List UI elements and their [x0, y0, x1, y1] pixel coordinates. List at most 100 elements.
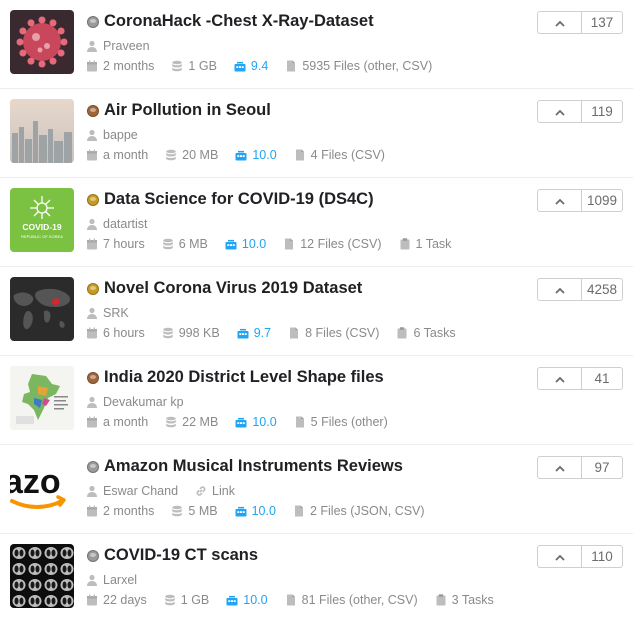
amazon-logo[interactable]: azo	[10, 455, 74, 519]
updated: 22 days	[86, 593, 147, 607]
size: 1 GB	[171, 59, 217, 73]
vote-count: 110	[591, 549, 613, 564]
dataset-meta-line: 6 hours 998 KB 9.7 8 Files (CSV) 6 Tasks	[86, 326, 473, 340]
upvote-button[interactable]	[538, 546, 582, 567]
database-icon	[162, 327, 174, 339]
files: 4 Files (CSV)	[294, 148, 385, 162]
clipboard-icon	[435, 594, 447, 606]
files-text: 81 Files (other, CSV)	[301, 593, 418, 607]
usability: 10.0	[235, 415, 277, 429]
upvote-button[interactable]	[538, 368, 582, 389]
file-icon	[285, 60, 297, 72]
file-icon	[283, 238, 295, 250]
dataset-title[interactable]: Amazon Musical Instruments Reviews	[104, 457, 403, 476]
database-icon	[164, 594, 176, 606]
dataset-title[interactable]: Air Pollution in Seoul	[104, 101, 271, 120]
database-icon	[165, 149, 177, 161]
usability-icon	[235, 505, 247, 517]
size: 998 KB	[162, 326, 220, 340]
updated: 6 hours	[86, 326, 145, 340]
chevron-up-icon	[554, 281, 565, 299]
files-text: 8 Files (CSV)	[305, 326, 380, 340]
dataset-row[interactable]: CoronaHack -Chest X-Ray-Dataset Praveen 2 …	[0, 0, 633, 89]
vote-control: 41	[537, 367, 623, 390]
updated-text: 2 months	[103, 59, 155, 73]
dataset-title[interactable]: Novel Corona Virus 2019 Dataset	[104, 279, 362, 298]
upvote-button[interactable]	[538, 279, 582, 300]
database-icon	[165, 416, 177, 428]
dataset-meta-line: 22 days 1 GB 10.0 81 Files (other, CSV) 3 Ta…	[86, 593, 511, 607]
dataset-title[interactable]: India 2020 District Level Shape files	[104, 368, 384, 387]
user-icon	[86, 129, 98, 141]
author-text: datartist	[103, 217, 148, 231]
usability-text: 10.0	[243, 593, 268, 607]
files: 8 Files (CSV)	[288, 326, 379, 340]
files-text: 12 Files (CSV)	[300, 237, 382, 251]
dataset-row[interactable]: India 2020 District Level Shape files Dev…	[0, 356, 633, 445]
updated: 2 months	[86, 59, 154, 73]
vote-count: 4258	[586, 282, 618, 297]
calendar-icon	[86, 149, 98, 161]
tasks: 1 Task	[399, 237, 452, 251]
vote-control: 137	[537, 11, 623, 34]
gold-medal-icon	[87, 283, 99, 295]
world-map-image[interactable]	[10, 277, 74, 341]
dataset-row[interactable]: COVID-19 REPUBLIC OF KOREA Data Science fo…	[0, 178, 633, 267]
ct-scans-image[interactable]	[10, 544, 74, 608]
chevron-up-icon	[554, 548, 565, 566]
user-icon	[86, 574, 98, 586]
upvote-button[interactable]	[538, 457, 582, 478]
usability-icon	[234, 60, 246, 72]
updated-text: a month	[103, 415, 149, 429]
vote-count: 97	[594, 460, 610, 475]
usability-icon	[235, 416, 247, 428]
tasks-text: 1 Task	[415, 237, 452, 251]
virus-image[interactable]	[10, 10, 74, 74]
dataset-owner-line: Praveen	[86, 39, 167, 53]
silver-medal-icon	[87, 461, 99, 473]
upvote-button[interactable]	[538, 101, 582, 122]
dataset-row[interactable]: Air Pollution in Seoul bappe a month 20 MB 1…	[0, 89, 633, 178]
author-text: Praveen	[103, 39, 150, 53]
calendar-icon	[86, 505, 98, 517]
updated-text: 6 hours	[103, 326, 145, 340]
tasks: 6 Tasks	[396, 326, 456, 340]
dataset-owner-line: bappe	[86, 128, 155, 142]
dataset-row[interactable]: azo Amazon Musical Instruments Reviews Esw…	[0, 445, 633, 534]
author: Larxel	[86, 573, 137, 587]
usability-icon	[226, 594, 238, 606]
svg-text:REPUBLIC OF KOREA: REPUBLIC OF KOREA	[21, 234, 63, 239]
size-text: 998 KB	[178, 326, 220, 340]
usability: 10.0	[225, 237, 266, 251]
dataset-title[interactable]: COVID-19 CT scans	[104, 546, 258, 565]
files: 12 Files (CSV)	[283, 237, 382, 251]
gold-medal-icon	[87, 194, 99, 206]
tasks: 3 Tasks	[435, 593, 494, 607]
upvote-button[interactable]	[538, 12, 582, 33]
usability-text: 10.0	[251, 504, 276, 518]
clipboard-icon	[396, 327, 408, 339]
external-link: Link	[195, 484, 235, 498]
dataset-owner-line: SRK	[86, 306, 146, 320]
india-map-image[interactable]	[10, 366, 74, 430]
city-skyline-image[interactable]	[10, 99, 74, 163]
dataset-row[interactable]: COVID-19 CT scans Larxel 22 days 1 GB 10.0 81…	[0, 534, 633, 623]
dataset-title[interactable]: CoronaHack -Chest X-Ray-Dataset	[104, 12, 374, 31]
dataset-title[interactable]: Data Science for COVID-19 (DS4C)	[104, 190, 374, 209]
usability-text: 10.0	[252, 415, 277, 429]
user-icon	[86, 40, 98, 52]
covid19-korea-logo[interactable]: COVID-19 REPUBLIC OF KOREA	[10, 188, 74, 252]
file-icon	[285, 594, 297, 606]
usability-icon	[237, 327, 249, 339]
vote-control: 110	[537, 545, 623, 568]
usability-text: 10.0	[252, 148, 277, 162]
calendar-icon	[86, 327, 98, 339]
user-icon	[86, 218, 98, 230]
files: 2 Files (JSON, CSV)	[293, 504, 425, 518]
upvote-button[interactable]	[538, 190, 582, 211]
dataset-row[interactable]: Novel Corona Virus 2019 Dataset SRK 6 hour…	[0, 267, 633, 356]
chevron-up-icon	[554, 459, 565, 477]
file-icon	[293, 505, 305, 517]
dataset-meta-line: 7 hours 6 MB 10.0 12 Files (CSV) 1 Task	[86, 237, 468, 251]
size: 6 MB	[162, 237, 208, 251]
